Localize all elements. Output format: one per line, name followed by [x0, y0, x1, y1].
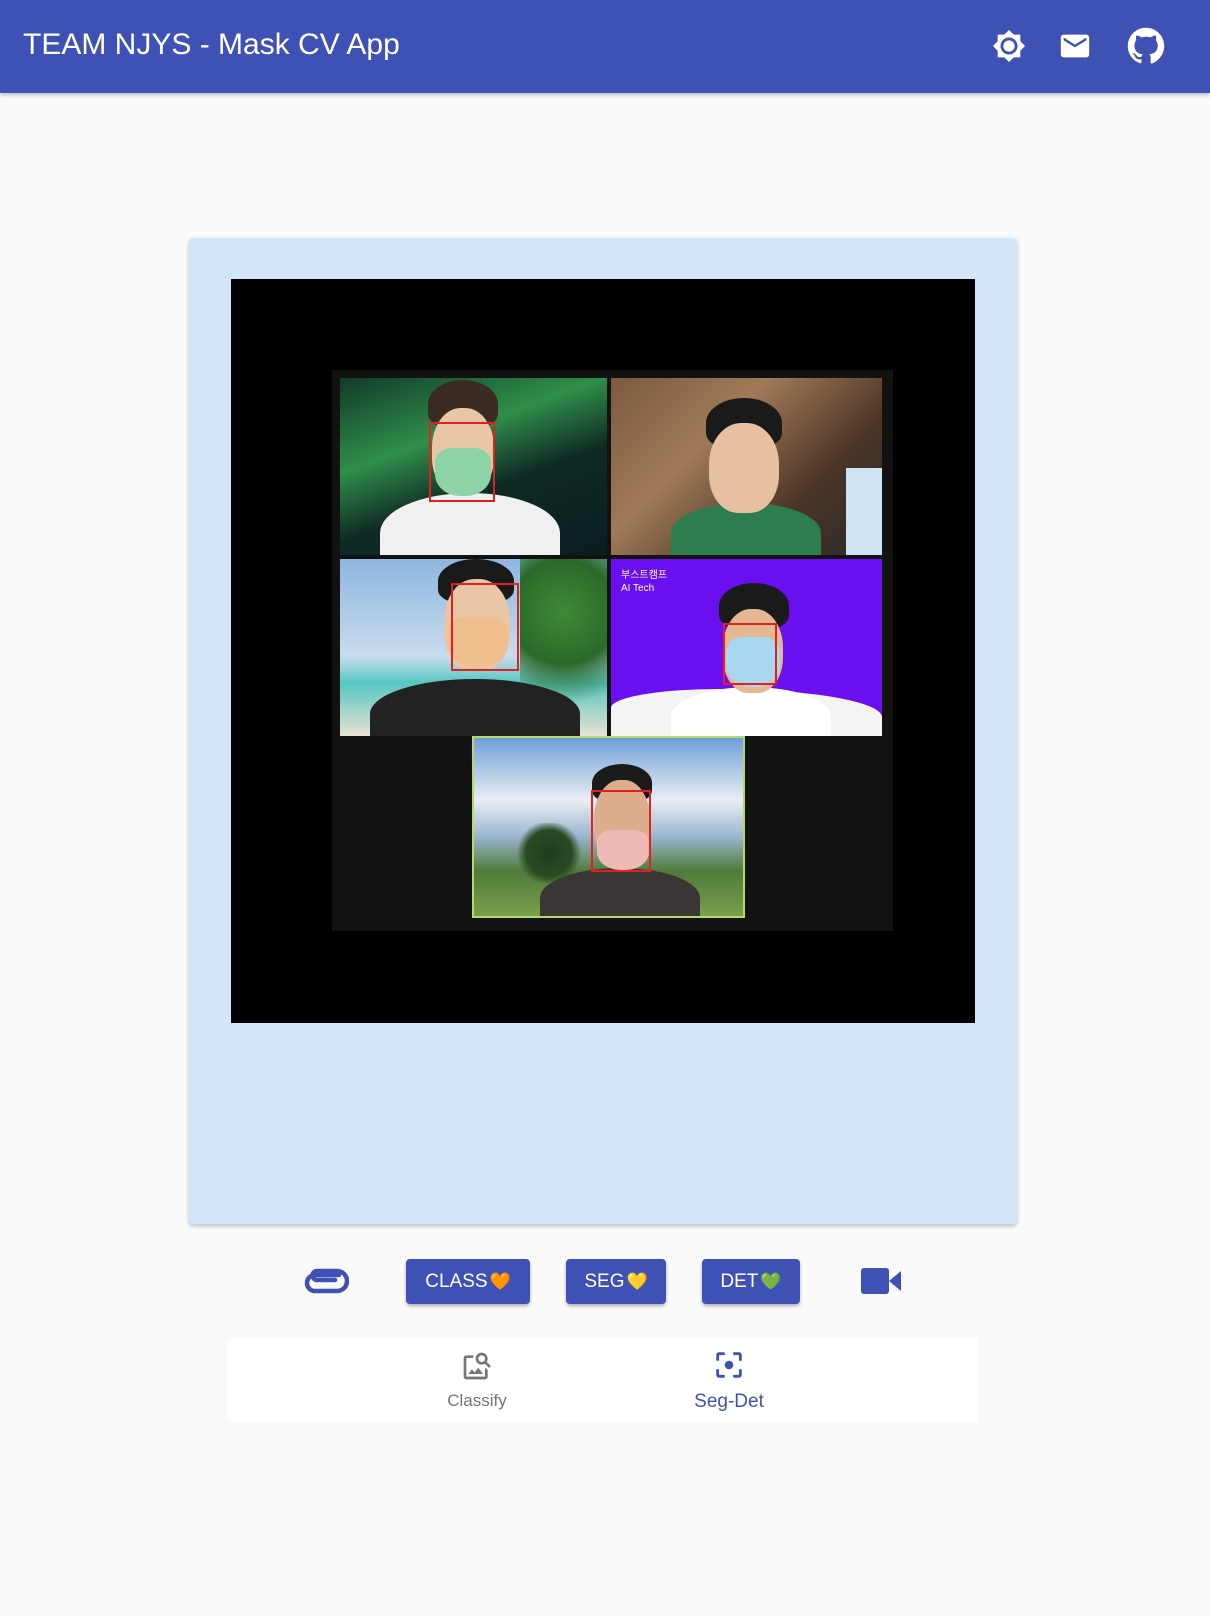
participant-tile-4: 부스트캠프 AI Tech: [611, 559, 882, 736]
app-bar: TEAM NJYS - Mask CV App: [0, 0, 1210, 93]
nav-item-seg-det[interactable]: Seg-Det: [649, 1338, 809, 1422]
seg-button[interactable]: SEG 💛: [566, 1259, 666, 1304]
participant-tile-3: [340, 559, 607, 736]
nav-label-classify: Classify: [447, 1390, 507, 1410]
bottom-navigation: Classify Seg-Det: [228, 1338, 978, 1422]
detection-box: [591, 790, 651, 872]
videocam-icon[interactable]: [858, 1260, 904, 1302]
github-icon[interactable]: [1126, 26, 1166, 66]
green-heart-icon: 💚: [760, 1271, 782, 1291]
detection-box: [723, 623, 777, 685]
class-button-label: CLASS: [425, 1270, 488, 1292]
det-button[interactable]: DET 💚: [702, 1259, 800, 1304]
result-card: 부스트캠프 AI Tech: [189, 238, 1017, 1224]
participant-tile-2: [611, 378, 882, 555]
result-image: 부스트캠프 AI Tech: [231, 279, 975, 1023]
participant-tile-5: [472, 736, 745, 918]
det-button-label: DET: [720, 1270, 759, 1292]
yellow-heart-icon: 💛: [626, 1271, 648, 1291]
participant-tile-1: [340, 378, 607, 555]
detection-box: [451, 583, 519, 671]
app-title: TEAM NJYS - Mask CV App: [23, 28, 400, 61]
nav-item-classify[interactable]: Classify: [397, 1338, 557, 1422]
orange-heart-icon: 🧡: [489, 1271, 511, 1291]
image-search-icon: [461, 1350, 493, 1387]
nav-label-seg-det: Seg-Det: [694, 1390, 764, 1412]
seg-button-label: SEG: [584, 1270, 625, 1292]
brightness-icon[interactable]: [989, 26, 1029, 66]
mail-icon[interactable]: [1055, 26, 1095, 66]
class-button[interactable]: CLASS 🧡: [406, 1259, 530, 1304]
overlay-text-aitech: AI Tech: [621, 583, 655, 594]
overlay-text-korean: 부스트캠프: [621, 570, 667, 581]
paperclip-icon[interactable]: [300, 1260, 350, 1302]
detection-box: [429, 422, 495, 502]
center-focus-icon: [712, 1348, 746, 1387]
video-call-collage: 부스트캠프 AI Tech: [332, 370, 893, 931]
